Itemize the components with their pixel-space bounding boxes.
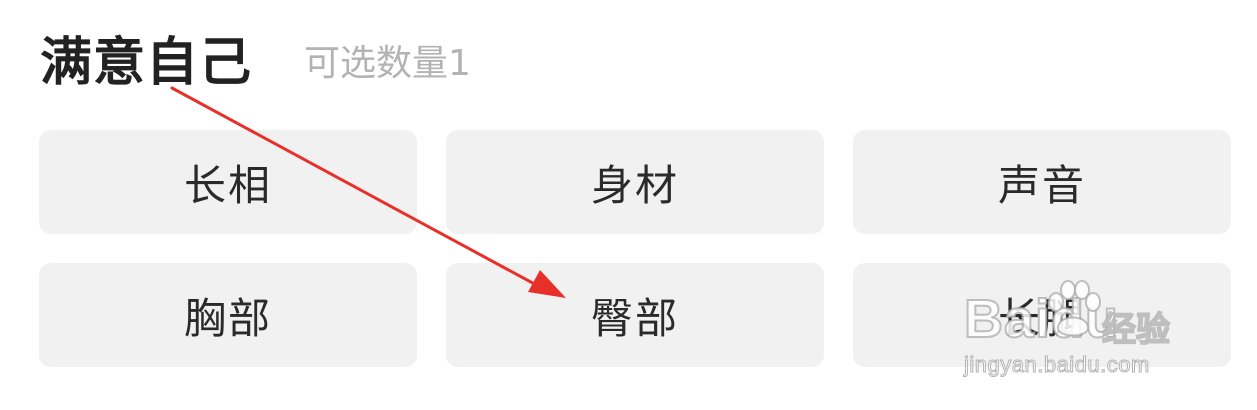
option-label: 长腿	[997, 293, 1086, 343]
option-label: 臀部	[590, 293, 679, 343]
option-label: 长相	[183, 160, 272, 210]
section-header: 满意自己 可选数量1	[40, 22, 471, 93]
option-figure[interactable]: 身材	[446, 130, 824, 234]
option-chest[interactable]: 胸部	[39, 263, 417, 367]
option-label: 胸部	[183, 293, 272, 343]
option-grid: 长相 身材 声音 胸部 臀部 长腿	[39, 130, 1231, 367]
option-legs[interactable]: 长腿	[853, 263, 1231, 367]
option-label: 身材	[590, 160, 679, 210]
selection-limit-hint: 可选数量1	[304, 43, 471, 84]
section-title: 满意自己	[40, 32, 253, 93]
option-appearance[interactable]: 长相	[39, 130, 417, 234]
option-voice[interactable]: 声音	[853, 130, 1231, 234]
option-hips[interactable]: 臀部	[446, 263, 824, 367]
option-label: 声音	[997, 160, 1086, 210]
